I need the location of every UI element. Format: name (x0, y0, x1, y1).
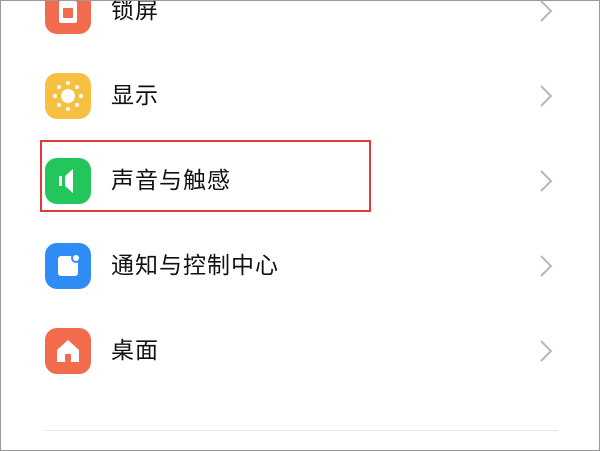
settings-item-label: 锁屏 (111, 0, 159, 24)
notification-icon (45, 243, 91, 289)
settings-item-home-screen[interactable]: 桌面 (1, 309, 599, 393)
settings-item-lock-screen[interactable]: 锁屏 (1, 0, 599, 53)
home-icon (45, 328, 91, 374)
chevron-right-icon (539, 254, 553, 282)
settings-item-notifications[interactable]: 通知与控制中心 (1, 224, 599, 308)
settings-item-label: 显示 (111, 83, 159, 109)
lock-screen-icon (45, 1, 91, 34)
settings-item-label: 桌面 (111, 338, 159, 364)
sun-icon (45, 73, 91, 119)
settings-item-label: 通知与控制中心 (111, 253, 279, 279)
chevron-right-icon (539, 84, 553, 112)
chevron-right-icon (539, 169, 553, 197)
settings-item-display[interactable]: 显示 (1, 54, 599, 138)
chevron-right-icon (539, 1, 553, 27)
highlight-box (40, 140, 371, 212)
chevron-right-icon (539, 339, 553, 367)
section-divider (45, 430, 558, 431)
settings-screen: 锁屏 显示 声音与触感 通知与控制中心 桌面 (0, 0, 600, 451)
